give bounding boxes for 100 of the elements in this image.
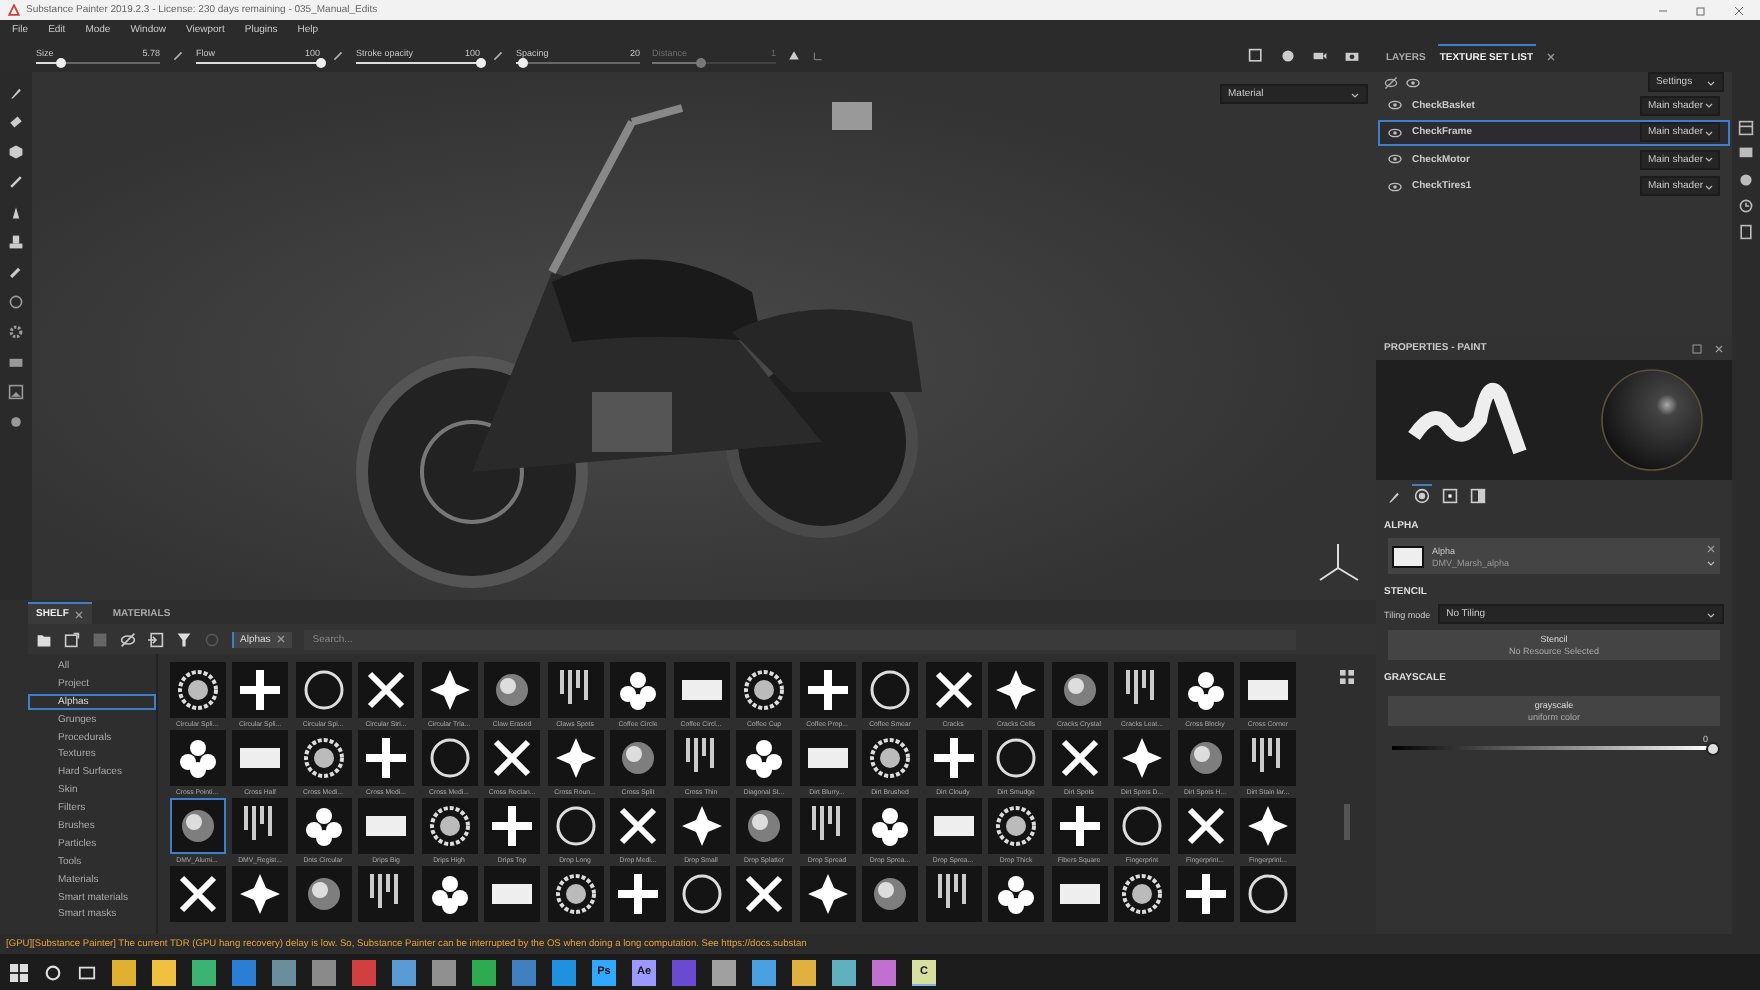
hidden-icon[interactable] bbox=[120, 631, 136, 647]
alpha-thumbnail[interactable] bbox=[421, 730, 477, 786]
alpha-thumbnail[interactable] bbox=[232, 730, 288, 786]
axis-icon[interactable] bbox=[812, 50, 824, 62]
alpha-thumbnail[interactable] bbox=[673, 662, 729, 718]
eraser-icon[interactable] bbox=[8, 114, 24, 130]
slider-handle[interactable] bbox=[55, 58, 66, 68]
eye-icon[interactable] bbox=[1406, 75, 1420, 89]
history-icon[interactable] bbox=[1738, 198, 1754, 214]
alpha-thumbnail[interactable] bbox=[799, 730, 855, 786]
export-icon[interactable] bbox=[64, 631, 80, 647]
alpha-thumbnail[interactable] bbox=[358, 730, 414, 786]
alpha-thumbnail[interactable] bbox=[547, 730, 603, 786]
alpha-thumbnail[interactable] bbox=[673, 730, 729, 786]
alpha-thumbnail[interactable] bbox=[925, 730, 981, 786]
slider-handle[interactable] bbox=[517, 58, 528, 68]
alpha-thumbnail[interactable] bbox=[799, 662, 855, 718]
alpha-thumbnail[interactable] bbox=[169, 730, 225, 786]
alpha-thumbnail[interactable] bbox=[1177, 662, 1233, 718]
app-icon[interactable] bbox=[152, 959, 176, 985]
app-icon[interactable] bbox=[472, 959, 496, 985]
alpha-thumbnail[interactable] bbox=[1114, 730, 1170, 786]
alpha-thumbnail[interactable] bbox=[484, 866, 540, 922]
search-icon[interactable] bbox=[44, 963, 62, 981]
close-icon[interactable] bbox=[1714, 343, 1724, 353]
app-icon[interactable] bbox=[712, 959, 736, 985]
import-icon[interactable] bbox=[148, 631, 164, 647]
close-icon[interactable] bbox=[1706, 544, 1716, 554]
alpha-thumbnail[interactable] bbox=[169, 866, 225, 922]
pen-icon[interactable] bbox=[8, 204, 24, 220]
alpha-thumbnail[interactable] bbox=[1177, 866, 1233, 922]
alpha-thumbnail[interactable] bbox=[484, 798, 540, 854]
alpha-thumbnail[interactable] bbox=[358, 662, 414, 718]
alpha-thumbnail[interactable] bbox=[295, 866, 351, 922]
filter-icon[interactable] bbox=[176, 631, 192, 647]
alpha-thumbnail[interactable] bbox=[1114, 662, 1170, 718]
alpha-thumbnail[interactable] bbox=[610, 730, 666, 786]
alpha-thumbnail[interactable] bbox=[1240, 662, 1296, 718]
alpha-thumbnail[interactable] bbox=[1240, 866, 1296, 922]
close-icon[interactable] bbox=[1545, 51, 1555, 61]
app-icon[interactable] bbox=[192, 959, 216, 985]
alpha-thumbnail[interactable] bbox=[484, 730, 540, 786]
line-icon[interactable] bbox=[8, 174, 24, 190]
alpha-thumbnail[interactable] bbox=[673, 866, 729, 922]
grid-view-icon[interactable] bbox=[1339, 670, 1353, 684]
alpha-thumbnail[interactable] bbox=[673, 798, 729, 854]
alpha-thumbnail[interactable] bbox=[1114, 866, 1170, 922]
close-icon[interactable] bbox=[74, 609, 85, 619]
alpha-thumbnail[interactable] bbox=[862, 866, 918, 922]
alpha-thumbnail[interactable] bbox=[232, 798, 288, 854]
eye-icon[interactable] bbox=[1388, 179, 1402, 194]
scrollbar[interactable] bbox=[1343, 804, 1349, 840]
alpha-thumbnail[interactable] bbox=[988, 866, 1044, 922]
alpha-thumbnail[interactable] bbox=[862, 662, 918, 718]
alpha-thumbnail[interactable] bbox=[232, 866, 288, 922]
app-icon[interactable] bbox=[272, 959, 296, 985]
app-icon[interactable] bbox=[752, 959, 776, 985]
alpha-thumbnail[interactable] bbox=[988, 798, 1044, 854]
app-icon[interactable] bbox=[432, 959, 456, 985]
alpha-thumbnail[interactable] bbox=[1177, 798, 1233, 854]
brush-icon[interactable] bbox=[8, 84, 24, 100]
alpha-thumbnail[interactable] bbox=[925, 662, 981, 718]
app-icon[interactable] bbox=[792, 959, 816, 985]
alpha-thumbnail[interactable] bbox=[1114, 798, 1170, 854]
layers-icon[interactable] bbox=[1738, 120, 1754, 136]
alpha-thumbnail[interactable] bbox=[1051, 730, 1107, 786]
hide-icon[interactable] bbox=[1384, 75, 1398, 89]
video-camera-icon[interactable] bbox=[1312, 48, 1328, 64]
alpha-thumbnail[interactable] bbox=[547, 866, 603, 922]
alpha-thumbnail[interactable] bbox=[799, 798, 855, 854]
close-icon[interactable] bbox=[276, 634, 287, 644]
alpha-thumbnail[interactable] bbox=[295, 730, 351, 786]
alpha-thumbnail[interactable] bbox=[1240, 730, 1296, 786]
slider-handle[interactable] bbox=[1705, 741, 1719, 755]
app-icon[interactable] bbox=[312, 959, 336, 985]
eye-icon[interactable] bbox=[1388, 98, 1402, 113]
alpha-thumbnail[interactable] bbox=[547, 798, 603, 854]
alpha-thumbnail[interactable] bbox=[547, 662, 603, 718]
close-icon[interactable] bbox=[1734, 5, 1744, 15]
alpha-thumbnail[interactable] bbox=[736, 866, 792, 922]
alpha-thumbnail[interactable] bbox=[169, 798, 225, 854]
alpha-thumbnail[interactable] bbox=[169, 662, 225, 718]
folder-icon[interactable] bbox=[36, 631, 52, 647]
alpha-thumbnail[interactable] bbox=[736, 662, 792, 718]
alpha-thumbnail[interactable] bbox=[295, 662, 351, 718]
stamp-icon[interactable] bbox=[8, 234, 24, 250]
alpha-thumbnail[interactable] bbox=[295, 798, 351, 854]
alpha-thumbnail[interactable] bbox=[358, 866, 414, 922]
alpha-thumbnail[interactable] bbox=[862, 798, 918, 854]
alpha-thumbnail[interactable] bbox=[610, 866, 666, 922]
alpha-thumbnail[interactable] bbox=[484, 662, 540, 718]
image-icon[interactable] bbox=[8, 384, 24, 400]
frame-icon[interactable] bbox=[1248, 48, 1264, 64]
alpha-thumbnail[interactable] bbox=[421, 662, 477, 718]
slider-handle[interactable] bbox=[315, 58, 325, 68]
task-view-icon[interactable] bbox=[78, 963, 96, 981]
cube-icon[interactable] bbox=[8, 144, 24, 160]
circle-icon[interactable] bbox=[8, 294, 24, 310]
app-icon[interactable] bbox=[112, 959, 136, 985]
app-icon[interactable] bbox=[512, 959, 536, 985]
